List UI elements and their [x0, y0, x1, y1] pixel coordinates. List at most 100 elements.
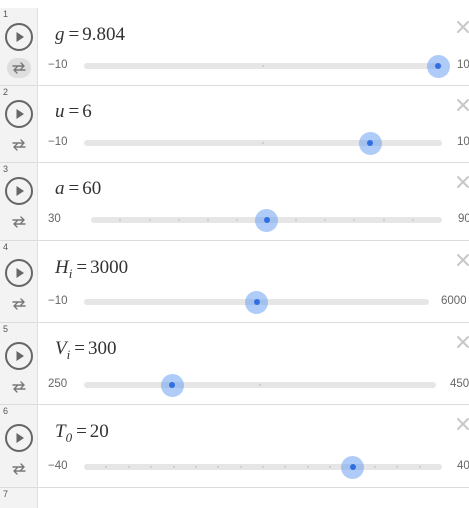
- slider-tick: [324, 219, 326, 221]
- slider-thumb[interactable]: [341, 455, 364, 479]
- slider-tick: [119, 219, 122, 221]
- repeat-button[interactable]: [7, 135, 31, 155]
- repeat-icon: [12, 463, 26, 475]
- close-icon: [457, 176, 469, 188]
- slider-thumb[interactable]: [358, 131, 382, 155]
- repeat-button[interactable]: [7, 377, 31, 397]
- repeat-button[interactable]: [7, 58, 31, 78]
- slider-thumb[interactable]: [426, 54, 450, 78]
- variable-name: a: [55, 178, 65, 199]
- play-button[interactable]: [5, 259, 33, 287]
- slider-value: 9.804: [82, 24, 125, 45]
- slider-max-label: 40: [457, 460, 469, 472]
- slider-expression[interactable]: Hi = 3000: [55, 257, 129, 281]
- slider-value: 60: [82, 178, 102, 199]
- slider-tick: [411, 219, 414, 221]
- delete-button[interactable]: [456, 335, 469, 349]
- equals-sign: =: [68, 24, 80, 45]
- variable-subscript: i: [68, 266, 73, 281]
- delete-button[interactable]: [456, 98, 469, 112]
- slider-expression[interactable]: Vi = 300: [55, 338, 117, 362]
- slider-max-label: 6000: [441, 295, 467, 307]
- delete-button[interactable]: [456, 417, 469, 431]
- algebra-view: 1 g = 9.804 −10 10 2 u = 6 −10 10 3 a = 60 30 90 4 Hi = 3000−…: [0, 0, 469, 508]
- play-button[interactable]: [5, 342, 33, 370]
- slider-tick: [353, 219, 356, 221]
- slider-min-label: −10: [48, 136, 68, 148]
- slider-tick: [148, 219, 151, 221]
- slider-tick: [105, 466, 108, 468]
- variable-name: V: [55, 338, 67, 359]
- slider-tick: [207, 219, 209, 221]
- play-button[interactable]: [5, 100, 33, 128]
- row-gutter: 4: [0, 241, 38, 322]
- slider-expression[interactable]: u = 6: [55, 101, 92, 123]
- slider-value: 6: [82, 101, 92, 122]
- play-button[interactable]: [5, 23, 33, 51]
- equals-sign: =: [76, 257, 88, 278]
- slider-tick: [236, 219, 239, 221]
- slider-tick: [177, 219, 180, 221]
- slider-tick: [127, 466, 130, 468]
- repeat-icon: [12, 298, 26, 310]
- slider-row: 5 Vi = 300 250 450: [0, 323, 469, 405]
- delete-button[interactable]: [456, 20, 469, 34]
- play-icon: [16, 268, 24, 278]
- slider-tick: [262, 65, 264, 67]
- repeat-button[interactable]: [7, 212, 31, 232]
- variable-name: H: [55, 257, 69, 278]
- slider-track[interactable]: [84, 464, 442, 470]
- play-icon: [16, 433, 24, 443]
- repeat-icon: [12, 381, 26, 393]
- row-number: 1: [3, 9, 9, 19]
- slider-thumb[interactable]: [255, 208, 278, 232]
- slider-row: 3 a = 60 30 90: [0, 163, 469, 241]
- slider-thumb[interactable]: [245, 290, 269, 314]
- row-gutter: 2: [0, 86, 38, 162]
- slider-max-label: 10: [457, 59, 469, 71]
- slider-min-label: 30: [48, 213, 61, 225]
- slider-min-label: −40: [48, 460, 68, 472]
- slider-row: 6 T0 = 20 −40 40: [0, 405, 469, 488]
- slider-track[interactable]: [84, 63, 442, 69]
- row-number: 6: [3, 406, 9, 416]
- slider-value: 300: [87, 338, 117, 359]
- play-icon: [16, 109, 24, 119]
- row-gutter: 7: [0, 488, 38, 508]
- equals-sign: =: [68, 178, 80, 199]
- slider-track[interactable]: [84, 140, 442, 146]
- slider-track[interactable]: [84, 382, 436, 388]
- play-button[interactable]: [5, 177, 33, 205]
- delete-button[interactable]: [456, 253, 469, 267]
- slider-tick: [239, 466, 242, 468]
- close-icon: [457, 21, 469, 33]
- slider-expression[interactable]: a = 60: [55, 178, 101, 200]
- row-number: 4: [3, 242, 9, 252]
- new-input-row[interactable]: 7: [0, 488, 469, 508]
- slider-min-label: −10: [48, 295, 68, 307]
- slider-expression[interactable]: T0 = 20: [55, 421, 109, 444]
- slider-row: 2 u = 6 −10 10: [0, 86, 469, 163]
- equals-sign: =: [74, 338, 85, 359]
- slider-min-label: −10: [48, 59, 68, 71]
- close-icon: [457, 254, 469, 266]
- slider-tick: [284, 466, 287, 468]
- play-button[interactable]: [5, 424, 33, 452]
- repeat-button[interactable]: [7, 459, 31, 479]
- row-number: 5: [3, 324, 9, 334]
- repeat-icon: [12, 216, 26, 228]
- slider-row: 4 Hi = 3000 −10 6000: [0, 241, 469, 323]
- close-icon: [457, 99, 469, 111]
- variable-subscript: i: [66, 347, 71, 362]
- slider-value: 3000: [90, 257, 129, 278]
- repeat-button[interactable]: [7, 294, 31, 314]
- delete-button[interactable]: [456, 175, 469, 189]
- slider-tick: [418, 466, 421, 468]
- slider-expression[interactable]: g = 9.804: [55, 24, 125, 46]
- repeat-icon: [12, 62, 26, 74]
- slider-tick: [150, 466, 153, 468]
- row-gutter: 5: [0, 323, 38, 404]
- variable-name: u: [55, 101, 65, 122]
- slider-thumb[interactable]: [160, 373, 184, 397]
- slider-tick: [262, 142, 264, 144]
